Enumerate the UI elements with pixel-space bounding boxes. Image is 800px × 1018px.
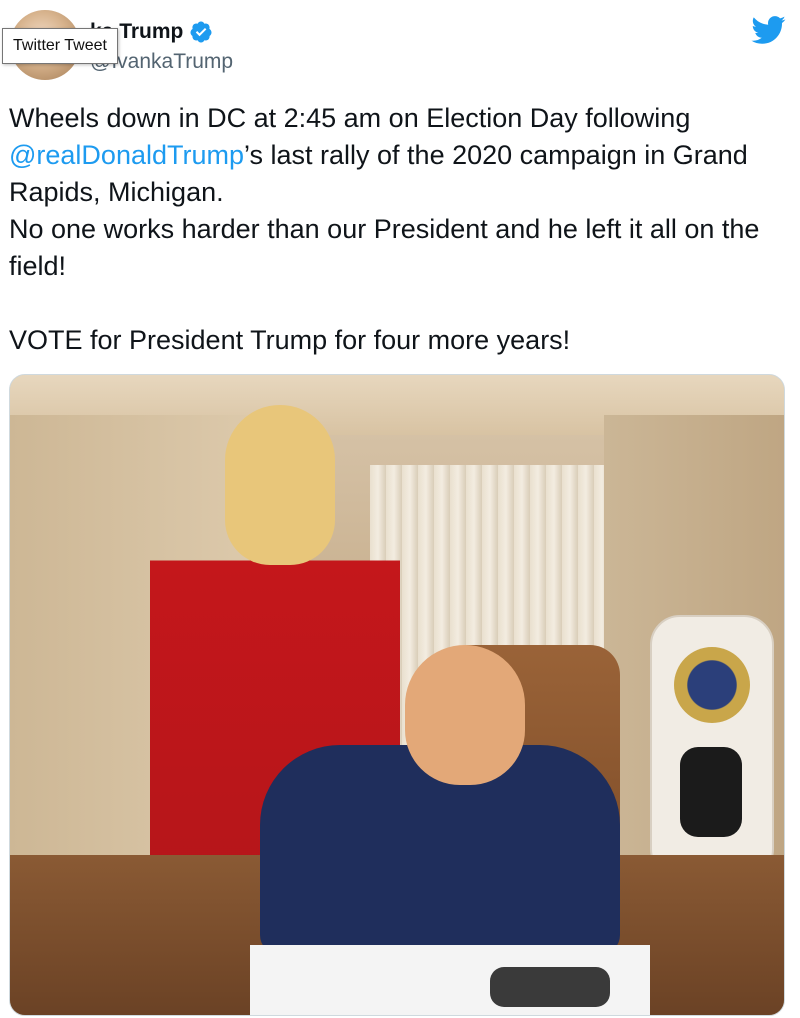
photo-window-panel (650, 615, 774, 879)
tweet-card: Twitter Tweet ka Trump @IvankaTrump Whee… (0, 0, 800, 1018)
tweet-text-segment: Wheels down in DC at 2:45 am on Election… (9, 103, 691, 133)
tweet-body: Wheels down in DC at 2:45 am on Election… (9, 100, 789, 359)
tweet-photo[interactable] (9, 374, 785, 1016)
photo-standing-figure-head (225, 405, 335, 565)
mention-link[interactable]: @realDonaldTrump (9, 140, 244, 170)
seal-emblem-icon (674, 647, 750, 723)
browser-tooltip: Twitter Tweet (2, 28, 118, 64)
twitter-bird-icon[interactable] (750, 12, 786, 48)
tweet-paragraph-3: VOTE for President Trump for four more y… (9, 325, 571, 355)
tweet-paragraph-1: Wheels down in DC at 2:45 am on Election… (9, 100, 789, 211)
tweet-paragraph-2: No one works harder than our President a… (9, 214, 760, 281)
photo-window-glass (680, 747, 742, 837)
verified-badge-icon (190, 21, 212, 43)
photo-desk-phone (490, 967, 610, 1007)
photo-seated-figure-head (405, 645, 525, 785)
